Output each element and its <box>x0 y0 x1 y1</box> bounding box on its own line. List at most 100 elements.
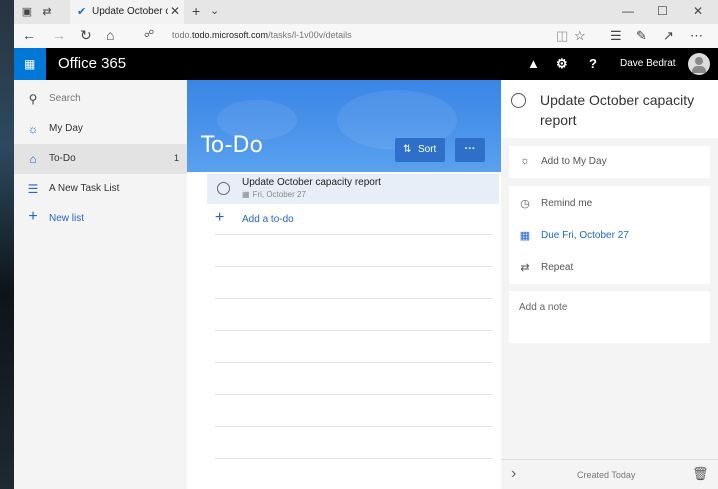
my-day-card: ☼ Add to My Day <box>509 146 710 178</box>
set-aside-tabs-icon[interactable]: ⇄ <box>40 5 54 19</box>
add-to-my-day-button[interactable]: ☼ Add to My Day <box>509 146 710 178</box>
more-button[interactable]: ··· <box>455 138 485 162</box>
refresh-icon[interactable]: ↻ <box>80 27 92 44</box>
close-tab-icon[interactable]: ✕ <box>170 4 180 18</box>
due-date-button[interactable]: ▦ Due Fri, October 27 <box>509 220 710 252</box>
trash-icon[interactable]: 🗑 <box>692 466 709 482</box>
add-todo-label: Add a to-do <box>242 214 294 225</box>
maximize-icon[interactable]: ☐ <box>657 4 668 18</box>
home-icon[interactable]: ⌂ <box>106 27 114 43</box>
sidebar-item-label: To-Do <box>49 153 76 164</box>
address-bar: ← → ↻ ⌂ ☍ todo.todo.microsoft.com/tasks/… <box>14 24 718 49</box>
list-divider <box>215 266 493 267</box>
home-icon: ⌂ <box>29 152 37 166</box>
todo-check-icon: ✔ <box>77 6 87 18</box>
url-field[interactable]: ☍ todo.todo.microsoft.com/tasks/l-1v00v/… <box>144 28 564 44</box>
list-banner: To-Do ⇅ Sort ··· <box>187 80 501 172</box>
desktop-background <box>0 0 14 489</box>
forward-icon[interactable]: → <box>52 27 66 43</box>
back-icon[interactable]: ← <box>22 27 36 43</box>
note-placeholder: Add a note <box>519 302 568 313</box>
new-tab-icon[interactable]: + <box>192 3 200 19</box>
plus-icon: + <box>215 209 225 226</box>
minimize-icon[interactable]: — <box>622 4 634 18</box>
bell-icon[interactable]: ▲ <box>527 56 540 71</box>
app-name[interactable]: Office 365 <box>58 55 126 72</box>
sidebar-item-label: My Day <box>49 123 83 134</box>
complete-checkbox[interactable] <box>217 182 230 195</box>
detail-task-title[interactable]: Update October capacity report <box>540 90 710 130</box>
calendar-icon: ▦ <box>519 230 531 242</box>
task-row[interactable]: Update October capacity report ▦ Fri, Oct… <box>207 174 499 204</box>
sidebar-item-label: A New Task List <box>49 183 120 194</box>
due-date-label: Due Fri, October 27 <box>541 230 629 241</box>
favorite-star-icon[interactable]: ☆ <box>574 28 586 44</box>
new-list-button[interactable]: + New list <box>14 204 187 234</box>
add-todo-button[interactable]: + Add a to-do <box>215 209 495 233</box>
repeat-label: Repeat <box>541 262 574 273</box>
task-due-text: Fri, October 27 <box>252 190 306 199</box>
sun-icon: ☼ <box>27 122 39 136</box>
browser-window: ▣ ⇄ ✔ Update October capacit ✕ + ⌄ — ☐ ✕… <box>14 0 718 489</box>
chevron-down-icon[interactable]: ⌄ <box>210 4 219 17</box>
list-divider <box>215 330 493 331</box>
sidebar-item-a-new-task-list[interactable]: ☰ A New Task List <box>14 174 187 204</box>
calendar-icon: ▦ <box>242 190 250 199</box>
list-divider <box>215 394 493 395</box>
more-options-icon[interactable]: ⋯ <box>690 28 703 44</box>
url-path: /tasks/l-1v00v/details <box>268 30 352 40</box>
task-due: ▦ Fri, October 27 <box>242 190 309 199</box>
sort-button[interactable]: ⇅ Sort <box>395 138 445 162</box>
help-icon[interactable]: ? <box>589 56 597 71</box>
chevron-right-icon[interactable]: › <box>511 465 516 483</box>
gear-icon[interactable]: ⚙ <box>556 56 568 72</box>
detail-footer: › Created Today 🗑 <box>501 459 718 489</box>
list-divider <box>215 234 493 235</box>
repeat-button[interactable]: ⇄ Repeat <box>509 252 710 284</box>
task-list-pane: To-Do ⇅ Sort ··· Update October capacity… <box>187 80 501 489</box>
task-title: Update October capacity report <box>242 177 381 188</box>
created-date: Created Today <box>577 470 636 480</box>
url-text: todo.todo.microsoft.com/tasks/l-1v00v/de… <box>172 30 352 40</box>
list-divider <box>215 426 493 427</box>
user-name[interactable]: Dave Bedrat <box>620 58 676 69</box>
plus-icon: + <box>28 208 38 225</box>
tab-active[interactable]: ✔ Update October capacit ✕ <box>70 0 184 24</box>
tab-title: Update October capacit <box>92 6 168 17</box>
search-input[interactable]: Search <box>49 93 81 104</box>
sidebar: ⚲ Search ☼ My Day ⌂ To-Do 1 ☰ A New Task… <box>14 80 187 489</box>
list-divider <box>215 362 493 363</box>
tab-bar: ▣ ⇄ ✔ Update October capacit ✕ + ⌄ — ☐ ✕ <box>14 0 718 24</box>
sidebar-item-my-day[interactable]: ☼ My Day <box>14 114 187 144</box>
tab-list-icon[interactable]: ▣ <box>20 5 34 19</box>
new-list-label: New list <box>49 213 85 224</box>
list-title: To-Do <box>201 133 263 158</box>
close-window-icon[interactable]: ✕ <box>693 4 703 18</box>
remind-me-button[interactable]: ◷ Remind me <box>509 188 710 220</box>
lock-icon: ☍ <box>144 29 155 40</box>
note-field[interactable]: Add a note <box>509 291 710 343</box>
search-icon: ⚲ <box>28 92 38 106</box>
share-icon[interactable]: ↗ <box>663 28 674 44</box>
office-header: ▦ Office 365 ▲ ⚙ ? Dave Bedrat <box>14 48 718 80</box>
alarm-clock-icon: ◷ <box>520 198 530 210</box>
avatar[interactable] <box>688 53 710 75</box>
detail-title-card: Update October capacity report <box>501 80 718 138</box>
sidebar-item-to-do[interactable]: ⌂ To-Do 1 <box>14 144 187 174</box>
remind-me-label: Remind me <box>541 198 593 209</box>
reading-view-icon[interactable]: ◫ <box>556 28 568 44</box>
sun-icon: ☼ <box>519 155 531 167</box>
task-count-badge: 1 <box>173 153 179 163</box>
favorites-hub-icon[interactable]: ☰ <box>610 28 622 44</box>
list-icon: ☰ <box>27 182 39 196</box>
search-row[interactable]: ⚲ Search <box>14 84 187 114</box>
schedule-card: ◷ Remind me ▦ Due Fri, October 27 ⇄ Repe… <box>509 186 710 284</box>
add-to-my-day-label: Add to My Day <box>541 156 607 167</box>
complete-checkbox[interactable] <box>511 93 526 108</box>
repeat-icon: ⇄ <box>520 262 530 274</box>
web-note-icon[interactable]: ✎ <box>636 28 647 44</box>
url-host: todo.microsoft.com <box>192 30 269 40</box>
list-divider <box>215 298 493 299</box>
task-detail-pane: Update October capacity report ☼ Add to … <box>501 80 718 489</box>
app-launcher-button[interactable]: ▦ <box>14 48 46 80</box>
